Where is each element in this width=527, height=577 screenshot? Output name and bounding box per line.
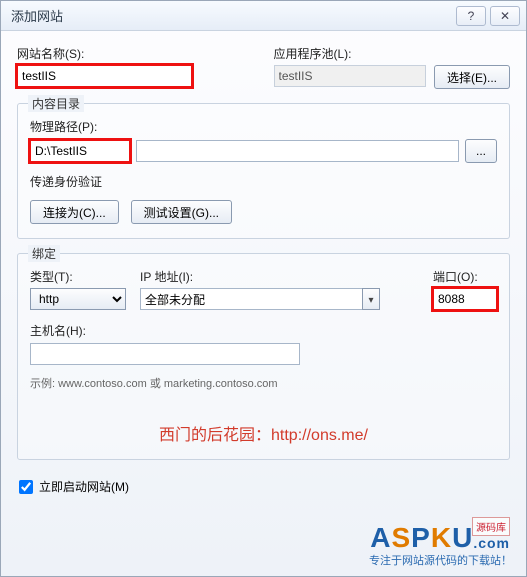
- close-icon: ✕: [500, 9, 510, 23]
- hostname-label: 主机名(H):: [30, 324, 86, 338]
- watermark-text: 西门的后花园：http://ons.me/: [30, 421, 497, 445]
- port-label: 端口(O):: [433, 268, 497, 285]
- ellipsis-icon: ...: [476, 144, 486, 158]
- close-button[interactable]: ✕: [490, 6, 520, 26]
- type-select[interactable]: http: [30, 288, 126, 310]
- help-button[interactable]: ?: [456, 6, 486, 26]
- test-settings-button[interactable]: 测试设置(G)...: [131, 200, 232, 224]
- port-input[interactable]: [433, 288, 497, 310]
- add-website-dialog: 添加网站 ? ✕ 网站名称(S): 应用程序池(L): 选择(E)... 内容目…: [0, 0, 527, 577]
- dialog-content: 网站名称(S): 应用程序池(L): 选择(E)... 内容目录 物理路径(P)…: [1, 31, 526, 507]
- footer-tagline: 专注于网站源代码的下载站！: [369, 552, 512, 568]
- site-name-label: 网站名称(S):: [17, 45, 254, 62]
- binding-legend: 绑定: [28, 245, 60, 262]
- chevron-down-icon[interactable]: [362, 288, 380, 310]
- titlebar: 添加网站 ? ✕: [1, 1, 526, 31]
- binding-group: 绑定 类型(T): http IP 地址(I): 端口(O):: [17, 253, 510, 460]
- ip-input[interactable]: [140, 288, 362, 310]
- content-dir-legend: 内容目录: [28, 95, 84, 112]
- app-pool-label: 应用程序池(L):: [274, 45, 511, 62]
- footer-logo: A S P K U .com: [370, 522, 510, 554]
- site-name-input[interactable]: [17, 65, 192, 87]
- start-auto-label: 立即启动网站(M): [39, 478, 129, 495]
- type-label: 类型(T):: [30, 268, 126, 285]
- hostname-input[interactable]: [30, 343, 300, 365]
- ip-select[interactable]: [140, 288, 380, 310]
- ip-label: IP 地址(I):: [140, 268, 419, 285]
- connect-as-button[interactable]: 连接为(C)...: [30, 200, 119, 224]
- hostname-example: 示例: www.contoso.com 或 marketing.contoso.…: [30, 375, 497, 391]
- physical-path-label: 物理路径(P):: [30, 120, 97, 134]
- content-dir-group: 内容目录 物理路径(P): ... 传递身份验证 连接为(C)... 测试设置(…: [17, 103, 510, 239]
- start-auto-checkbox[interactable]: [19, 480, 33, 494]
- passthrough-label: 传递身份验证: [30, 175, 102, 189]
- dialog-title: 添加网站: [11, 6, 452, 25]
- browse-button[interactable]: ...: [465, 139, 497, 163]
- select-app-pool-button[interactable]: 选择(E)...: [434, 65, 510, 89]
- app-pool-input: [274, 65, 427, 87]
- physical-path-input[interactable]: [30, 140, 130, 162]
- physical-path-input-ext[interactable]: [136, 140, 459, 162]
